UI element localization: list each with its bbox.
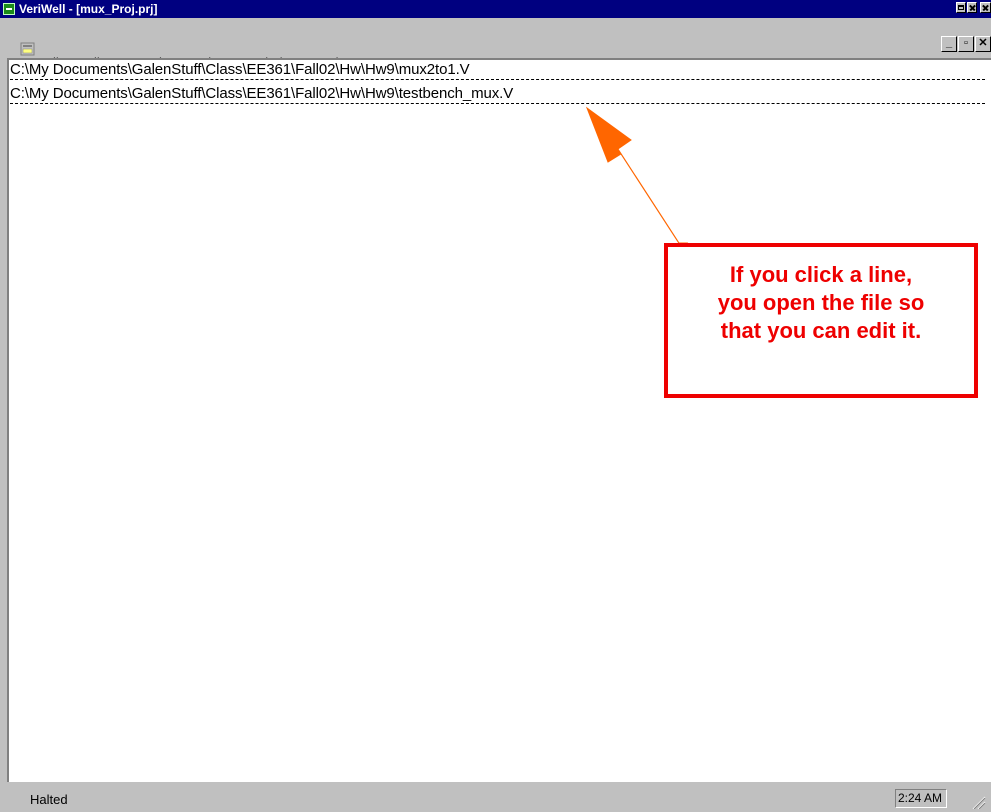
callout-line: If you click a line, — [729, 262, 913, 287]
restore-icon[interactable] — [956, 2, 966, 13]
window-close-button[interactable] — [980, 2, 991, 13]
resize-grip-icon[interactable] — [970, 795, 986, 809]
document-icon[interactable] — [20, 42, 36, 56]
menu-bar: File Edit Search Project Window Help — [0, 18, 991, 70]
annotation-callout: If you click a line, you open the file s… — [664, 243, 978, 398]
close-icon[interactable] — [967, 2, 977, 13]
status-bar: Halted 2:24 AM — [0, 784, 991, 812]
title-bar: VeriWell - [mux_Proj.prj] — [0, 0, 991, 18]
file-list-item[interactable]: C:\My Documents\GalenStuff\Class\EE361\F… — [10, 60, 985, 80]
project-file-list — [7, 58, 991, 782]
callout-line: that you can edit it. — [720, 318, 922, 343]
file-list-item[interactable]: C:\My Documents\GalenStuff\Class\EE361\F… — [10, 84, 985, 104]
callout-line: you open the file so — [717, 290, 925, 315]
mdi-restore-button[interactable]: ▫ — [958, 36, 974, 52]
status-clock: 2:24 AM — [895, 789, 947, 808]
window-title: VeriWell - [mux_Proj.prj] — [19, 2, 158, 16]
app-icon[interactable] — [3, 3, 15, 15]
mdi-close-button[interactable]: ✕ — [975, 36, 991, 52]
mdi-minimize-button[interactable]: _ — [941, 36, 957, 52]
status-text: Halted — [30, 792, 68, 807]
